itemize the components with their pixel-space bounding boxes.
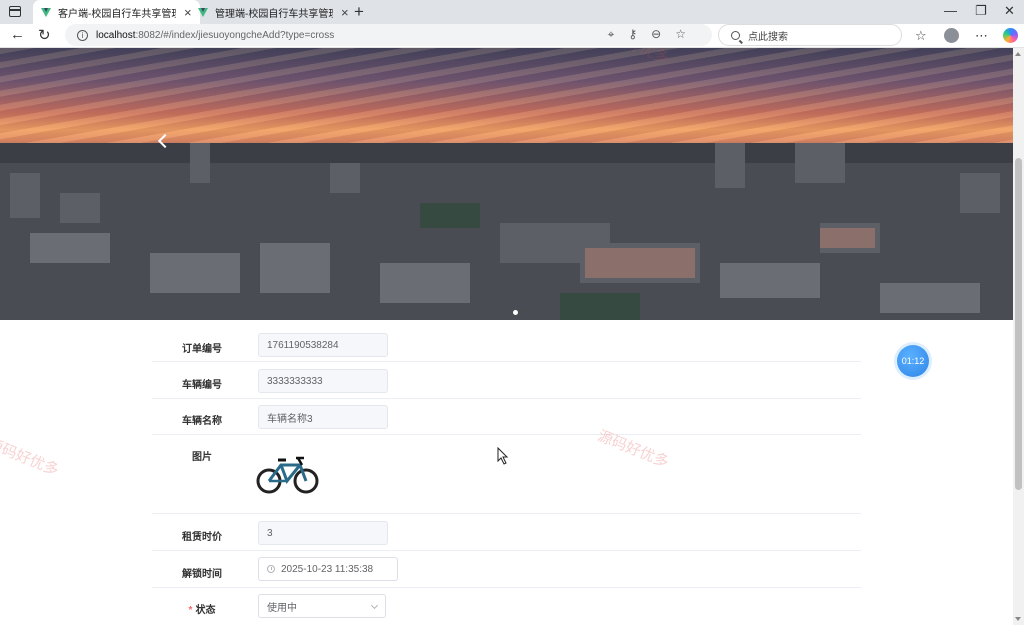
vue-favicon-icon xyxy=(198,7,209,18)
unlock-time-picker[interactable]: 2025-10-23 11:35:38 xyxy=(258,557,398,581)
scrollbar-thumb[interactable] xyxy=(1015,158,1022,490)
copilot-icon[interactable] xyxy=(1003,28,1018,43)
minimize-button[interactable]: — xyxy=(944,3,957,18)
form-row-order-no: 订单编号 1761190538284 xyxy=(152,326,861,362)
close-window-button[interactable]: ✕ xyxy=(1004,3,1015,19)
site-info-icon[interactable]: i xyxy=(77,29,88,41)
search-box[interactable]: 点此搜索 xyxy=(718,24,902,46)
more-menu-icon[interactable]: ⋯ xyxy=(975,28,988,44)
search-placeholder: 点此搜索 xyxy=(748,31,788,43)
url-path: :8082/#/index/jiesuoyongcheAdd?type=cros… xyxy=(135,29,335,41)
carousel-indicator-dot[interactable] xyxy=(513,310,518,315)
address-toolbar: ← ↻ i localhost:8082/#/index/jiesuoyongc… xyxy=(0,24,1024,48)
bike-name-label: 车辆名称 xyxy=(182,416,222,427)
city-skyline-image xyxy=(0,143,1013,320)
tab-client[interactable]: 客户端-校园自行车共享管理系统 × xyxy=(33,0,200,24)
sunset-sky xyxy=(0,48,1013,143)
url-host: localhost xyxy=(96,29,136,41)
rental-form: 订单编号 1761190538284 车辆编号 3333333333 车辆名称 … xyxy=(152,326,861,624)
price-input[interactable]: 3 xyxy=(258,521,388,545)
new-tab-button[interactable]: + xyxy=(354,2,364,22)
form-row-price: 租赁时价 3 xyxy=(152,514,861,551)
back-button[interactable]: ← xyxy=(10,26,25,43)
favorites-icon[interactable]: ☆ xyxy=(915,28,927,44)
profile-avatar[interactable] xyxy=(944,28,959,43)
form-row-bike-no: 车辆编号 3333333333 xyxy=(152,362,861,399)
bike-no-input[interactable]: 3333333333 xyxy=(258,369,388,393)
form-row-bike-name: 车辆名称 车辆名称3 xyxy=(152,399,861,435)
order-no-label: 订单编号 xyxy=(182,344,222,355)
page-scrollbar[interactable] xyxy=(1013,48,1024,625)
url-bar[interactable]: i localhost:8082/#/index/jiesuoyongcheAd… xyxy=(65,24,712,46)
bike-name-input[interactable]: 车辆名称3 xyxy=(258,405,388,429)
carousel-banner xyxy=(0,48,1013,320)
form-row-unlock-time: 解锁时间 2025-10-23 11:35:38 xyxy=(152,551,861,588)
chevron-down-icon xyxy=(370,601,379,610)
status-label: 状态 xyxy=(195,605,216,616)
status-label-wrap: * 状态 xyxy=(152,601,252,616)
reload-button[interactable]: ↻ xyxy=(38,26,51,44)
required-mark: * xyxy=(188,605,193,616)
watermark: 源码好优多 xyxy=(0,435,62,480)
countdown-timer-badge[interactable]: 01:12 xyxy=(897,345,929,377)
clock-icon xyxy=(267,565,275,573)
tab-admin[interactable]: 管理端-校园自行车共享管理系统 × xyxy=(190,0,357,24)
page-viewport: 订单编号 1761190538284 车辆编号 3333333333 车辆名称 … xyxy=(0,48,1013,625)
mouse-cursor-icon xyxy=(497,447,509,465)
unlock-time-value: 2025-10-23 11:35:38 xyxy=(281,563,374,575)
tab-title: 管理端-校园自行车共享管理系统 xyxy=(215,8,333,20)
unlock-time-label: 解锁时间 xyxy=(182,569,222,580)
tab-title: 客户端-校园自行车共享管理系统 xyxy=(58,8,176,20)
form-row-status: * 状态 使用中 xyxy=(152,588,861,624)
status-value: 使用中 xyxy=(267,602,297,614)
image-label: 图片 xyxy=(192,452,212,463)
search-icon xyxy=(731,30,740,40)
tab-strip: 客户端-校园自行车共享管理系统 × 管理端-校园自行车共享管理系统 × + — … xyxy=(0,0,1024,24)
bike-no-label: 车辆编号 xyxy=(182,380,222,391)
status-select[interactable]: 使用中 xyxy=(258,594,386,618)
scroll-up-icon[interactable] xyxy=(1015,52,1021,56)
restore-button[interactable]: ❐ xyxy=(975,3,987,19)
close-tab-icon[interactable]: × xyxy=(341,5,349,20)
vue-favicon-icon xyxy=(41,7,52,18)
bicycle-image xyxy=(256,456,319,494)
order-no-input[interactable]: 1761190538284 xyxy=(258,333,388,357)
price-label: 租赁时价 xyxy=(182,532,222,543)
scroll-down-icon[interactable] xyxy=(1015,617,1021,621)
url-action-icons[interactable]: ⌖⚷⊖☆ xyxy=(608,27,700,42)
window-menu-icon[interactable] xyxy=(9,6,21,17)
